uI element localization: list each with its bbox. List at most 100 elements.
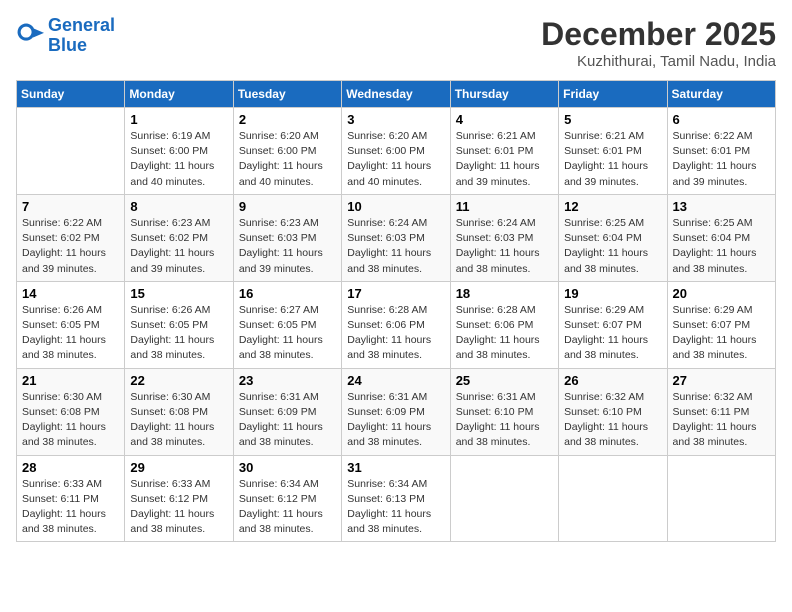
day-number: 18 [456,286,553,301]
day-number: 25 [456,373,553,388]
day-number: 19 [564,286,661,301]
day-number: 17 [347,286,444,301]
weekday-friday: Friday [559,81,667,108]
day-number: 20 [673,286,770,301]
calendar-cell: 1 Sunrise: 6:19 AM Sunset: 6:00 PM Daylig… [125,108,233,195]
week-row-5: 28 Sunrise: 6:33 AM Sunset: 6:11 PM Dayli… [17,455,776,542]
day-info: Sunrise: 6:22 AM Sunset: 6:02 PM Dayligh… [22,216,119,277]
day-info: Sunrise: 6:22 AM Sunset: 6:01 PM Dayligh… [673,129,770,190]
day-number: 30 [239,460,336,475]
day-info: Sunrise: 6:29 AM Sunset: 6:07 PM Dayligh… [673,303,770,364]
weekday-monday: Monday [125,81,233,108]
day-number: 31 [347,460,444,475]
calendar-body: 1 Sunrise: 6:19 AM Sunset: 6:00 PM Daylig… [17,108,776,542]
day-info: Sunrise: 6:20 AM Sunset: 6:00 PM Dayligh… [239,129,336,190]
day-number: 3 [347,112,444,127]
day-number: 8 [130,199,227,214]
day-number: 13 [673,199,770,214]
calendar-cell: 7 Sunrise: 6:22 AM Sunset: 6:02 PM Daylig… [17,194,125,281]
calendar-cell: 2 Sunrise: 6:20 AM Sunset: 6:00 PM Daylig… [233,108,341,195]
day-number: 28 [22,460,119,475]
calendar-cell: 12 Sunrise: 6:25 AM Sunset: 6:04 PM Dayli… [559,194,667,281]
logo-line2: Blue [48,35,87,55]
calendar-cell: 26Sunrise: 6:32 AM Sunset: 6:10 PM Dayli… [559,368,667,455]
day-number: 12 [564,199,661,214]
day-number: 27 [673,373,770,388]
logo: General Blue [16,16,115,56]
week-row-2: 7 Sunrise: 6:22 AM Sunset: 6:02 PM Daylig… [17,194,776,281]
calendar-cell: 25 Sunrise: 6:31 AM Sunset: 6:10 PM Dayli… [450,368,558,455]
logo-text: General Blue [48,16,115,56]
calendar-cell: 17 Sunrise: 6:28 AM Sunset: 6:06 PM Dayli… [342,281,450,368]
weekday-sunday: Sunday [17,81,125,108]
day-info: Sunrise: 6:34 AM Sunset: 6:13 PM Dayligh… [347,477,444,538]
day-info: Sunrise: 6:23 AM Sunset: 6:03 PM Dayligh… [239,216,336,277]
day-info: Sunrise: 6:19 AM Sunset: 6:00 PM Dayligh… [130,129,227,190]
day-number: 29 [130,460,227,475]
calendar-cell: 15Sunrise: 6:26 AM Sunset: 6:05 PM Dayli… [125,281,233,368]
day-info: Sunrise: 6:28 AM Sunset: 6:06 PM Dayligh… [456,303,553,364]
day-info: Sunrise: 6:30 AM Sunset: 6:08 PM Dayligh… [22,390,119,451]
day-number: 7 [22,199,119,214]
calendar-cell: 3 Sunrise: 6:20 AM Sunset: 6:00 PM Daylig… [342,108,450,195]
day-info: Sunrise: 6:20 AM Sunset: 6:00 PM Dayligh… [347,129,444,190]
day-info: Sunrise: 6:33 AM Sunset: 6:12 PM Dayligh… [130,477,227,538]
day-info: Sunrise: 6:27 AM Sunset: 6:05 PM Dayligh… [239,303,336,364]
calendar-cell: 19 Sunrise: 6:29 AM Sunset: 6:07 PM Dayli… [559,281,667,368]
calendar-cell [667,455,775,542]
week-row-1: 1 Sunrise: 6:19 AM Sunset: 6:00 PM Daylig… [17,108,776,195]
calendar-cell: 29 Sunrise: 6:33 AM Sunset: 6:12 PM Dayli… [125,455,233,542]
calendar-cell: 18 Sunrise: 6:28 AM Sunset: 6:06 PM Dayli… [450,281,558,368]
day-number: 2 [239,112,336,127]
calendar-table: SundayMondayTuesdayWednesdayThursdayFrid… [16,80,776,542]
day-info: Sunrise: 6:23 AM Sunset: 6:02 PM Dayligh… [130,216,227,277]
month-title: December 2025 [541,16,776,53]
weekday-thursday: Thursday [450,81,558,108]
day-info: Sunrise: 6:26 AM Sunset: 6:05 PM Dayligh… [22,303,119,364]
day-info: Sunrise: 6:28 AM Sunset: 6:06 PM Dayligh… [347,303,444,364]
calendar-cell: 11Sunrise: 6:24 AM Sunset: 6:03 PM Dayli… [450,194,558,281]
weekday-wednesday: Wednesday [342,81,450,108]
day-info: Sunrise: 6:24 AM Sunset: 6:03 PM Dayligh… [347,216,444,277]
logo-line1: General [48,15,115,35]
calendar-cell: 10Sunrise: 6:24 AM Sunset: 6:03 PM Dayli… [342,194,450,281]
calendar-cell: 31 Sunrise: 6:34 AM Sunset: 6:13 PM Dayli… [342,455,450,542]
day-info: Sunrise: 6:25 AM Sunset: 6:04 PM Dayligh… [564,216,661,277]
calendar-cell: 9Sunrise: 6:23 AM Sunset: 6:03 PM Daylig… [233,194,341,281]
day-info: Sunrise: 6:21 AM Sunset: 6:01 PM Dayligh… [564,129,661,190]
calendar-cell: 24Sunrise: 6:31 AM Sunset: 6:09 PM Dayli… [342,368,450,455]
calendar-cell [450,455,558,542]
day-info: Sunrise: 6:31 AM Sunset: 6:09 PM Dayligh… [239,390,336,451]
day-number: 22 [130,373,227,388]
day-number: 24 [347,373,444,388]
week-row-3: 14 Sunrise: 6:26 AM Sunset: 6:05 PM Dayli… [17,281,776,368]
weekday-saturday: Saturday [667,81,775,108]
day-number: 1 [130,112,227,127]
calendar-cell: 5Sunrise: 6:21 AM Sunset: 6:01 PM Daylig… [559,108,667,195]
calendar-cell [559,455,667,542]
calendar-cell: 23 Sunrise: 6:31 AM Sunset: 6:09 PM Dayli… [233,368,341,455]
calendar-cell: 27Sunrise: 6:32 AM Sunset: 6:11 PM Dayli… [667,368,775,455]
calendar-cell: 6Sunrise: 6:22 AM Sunset: 6:01 PM Daylig… [667,108,775,195]
day-number: 14 [22,286,119,301]
day-info: Sunrise: 6:21 AM Sunset: 6:01 PM Dayligh… [456,129,553,190]
day-info: Sunrise: 6:29 AM Sunset: 6:07 PM Dayligh… [564,303,661,364]
day-info: Sunrise: 6:31 AM Sunset: 6:10 PM Dayligh… [456,390,553,451]
day-number: 26 [564,373,661,388]
calendar-cell: 21 Sunrise: 6:30 AM Sunset: 6:08 PM Dayli… [17,368,125,455]
day-info: Sunrise: 6:24 AM Sunset: 6:03 PM Dayligh… [456,216,553,277]
day-info: Sunrise: 6:34 AM Sunset: 6:12 PM Dayligh… [239,477,336,538]
calendar-cell [17,108,125,195]
day-number: 4 [456,112,553,127]
calendar-cell: 13Sunrise: 6:25 AM Sunset: 6:04 PM Dayli… [667,194,775,281]
calendar-cell: 8 Sunrise: 6:23 AM Sunset: 6:02 PM Daylig… [125,194,233,281]
day-number: 21 [22,373,119,388]
day-info: Sunrise: 6:26 AM Sunset: 6:05 PM Dayligh… [130,303,227,364]
day-number: 23 [239,373,336,388]
calendar-cell: 16Sunrise: 6:27 AM Sunset: 6:05 PM Dayli… [233,281,341,368]
calendar-cell: 22Sunrise: 6:30 AM Sunset: 6:08 PM Dayli… [125,368,233,455]
calendar-cell: 28 Sunrise: 6:33 AM Sunset: 6:11 PM Dayli… [17,455,125,542]
location-title: Kuzhithurai, Tamil Nadu, India [541,53,776,70]
day-info: Sunrise: 6:33 AM Sunset: 6:11 PM Dayligh… [22,477,119,538]
calendar-cell: 20 Sunrise: 6:29 AM Sunset: 6:07 PM Dayli… [667,281,775,368]
